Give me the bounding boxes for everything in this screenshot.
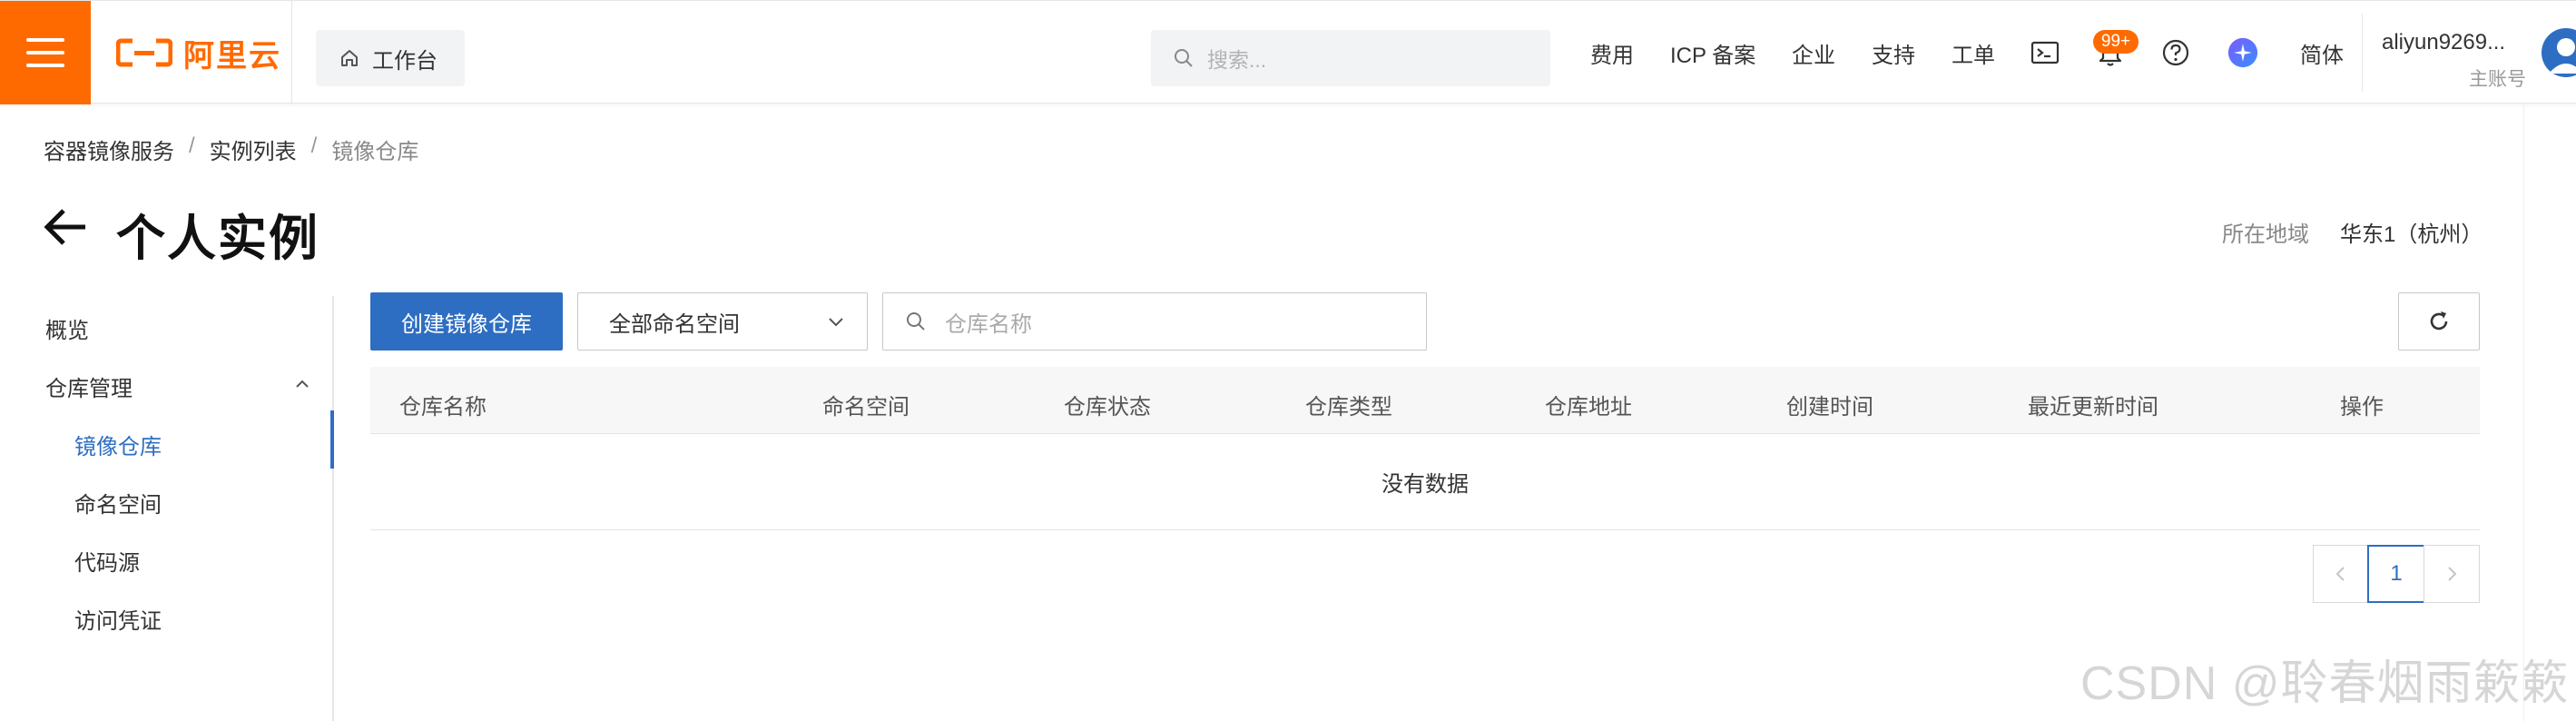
sidebar-item-namespace[interactable]: 命名空间 — [74, 487, 162, 519]
nav-fees[interactable]: 费用 — [1590, 1, 1634, 104]
column-header-repo-status: 仓库状态 — [1064, 395, 1151, 420]
user-role: 主账号 — [2469, 69, 2526, 90]
region-value: 华东1（杭州） — [2340, 222, 2483, 247]
home-icon — [341, 50, 358, 66]
namespace-select[interactable]: 全部命名空间 — [577, 292, 868, 351]
top-bar: 阿里云 工作台 搜索... 费用 ICP 备案 企业 支持 工单 99+ 简体 … — [0, 0, 2576, 104]
chevron-left-icon — [2335, 567, 2345, 581]
logo-text: 阿里云 — [183, 38, 281, 74]
pagination-next-button[interactable] — [2424, 545, 2480, 603]
terminal-button[interactable] — [2030, 37, 2060, 68]
menu-line — [26, 38, 64, 42]
repo-search-input[interactable]: 仓库名称 — [882, 292, 1427, 351]
sidebar-item-overview[interactable]: 概览 — [45, 312, 89, 344]
breadcrumb-current: 镜像仓库 — [331, 140, 419, 164]
nav-enterprise[interactable]: 企业 — [1792, 1, 1835, 104]
terminal-icon — [2030, 41, 2060, 64]
menu-line — [26, 64, 64, 67]
chevron-up-icon[interactable] — [292, 374, 312, 394]
avatar[interactable] — [2542, 28, 2576, 77]
aliyun-logo[interactable]: 阿里云 — [91, 1, 292, 104]
aliyun-logo-icon — [116, 38, 172, 67]
content-right-border — [2523, 104, 2524, 721]
sidebar-item-access-credential[interactable]: 访问凭证 — [74, 603, 162, 635]
create-repo-button[interactable]: 创建镜像仓库 — [370, 292, 563, 351]
nav-icp[interactable]: ICP 备案 — [1670, 1, 1755, 104]
global-search-input[interactable]: 搜索... — [1151, 30, 1550, 86]
sidebar-group-repo-management[interactable]: 仓库管理 — [45, 370, 133, 402]
refresh-button[interactable] — [2398, 292, 2480, 351]
breadcrumb-separator: / — [189, 133, 195, 158]
column-header-repo-type: 仓库类型 — [1305, 395, 1392, 420]
help-icon — [2162, 39, 2189, 66]
nav-support[interactable]: 支持 — [1872, 1, 1915, 104]
hamburger-menu-button[interactable] — [0, 1, 91, 104]
table-empty-state: 没有数据 — [370, 434, 2480, 530]
search-icon — [1175, 49, 1193, 67]
column-header-repo-name: 仓库名称 — [399, 395, 487, 420]
page-root: 阿里云 工作台 搜索... 费用 ICP 备案 企业 支持 工单 99+ 简体 … — [0, 0, 2576, 721]
table-header: 仓库名称 命名空间 仓库状态 仓库类型 仓库地址 创建时间 最近更新时间 操作 — [370, 367, 2480, 434]
notification-badge: 99+ — [2093, 30, 2138, 54]
sidebar-item-image-repo[interactable]: 镜像仓库 — [74, 429, 162, 460]
chevron-right-icon — [2448, 567, 2457, 581]
watermark: CSDN @聆春烟雨簌簌 — [2080, 657, 2570, 710]
breadcrumb: 容器镜像服务 / 实例列表 / 镜像仓库 — [44, 133, 418, 165]
user-icon — [2549, 38, 2576, 74]
user-name[interactable]: aliyun9269... — [2382, 30, 2505, 55]
column-header-updated-time: 最近更新时间 — [2028, 395, 2158, 420]
sidebar-divider — [332, 296, 334, 721]
column-header-actions: 操作 — [2340, 395, 2384, 420]
namespace-select-value: 全部命名空间 — [609, 311, 740, 337]
search-icon — [907, 312, 925, 331]
repo-search-placeholder: 仓库名称 — [945, 311, 1032, 337]
breadcrumb-separator: / — [310, 133, 318, 158]
column-header-namespace: 命名空间 — [822, 395, 909, 420]
workbench-button[interactable]: 工作台 — [316, 30, 465, 86]
region-label: 所在地域 — [2222, 222, 2309, 247]
ai-sparkle-icon — [2227, 37, 2258, 68]
workbench-label: 工作台 — [372, 48, 438, 74]
back-arrow-icon[interactable] — [42, 205, 89, 249]
pagination-page-current[interactable]: 1 — [2367, 545, 2425, 603]
ai-assistant-button[interactable] — [2227, 37, 2258, 68]
breadcrumb-item[interactable]: 实例列表 — [210, 133, 297, 165]
divider — [2362, 14, 2363, 92]
search-placeholder: 搜索... — [1207, 48, 1267, 72]
sidebar-item-code-source[interactable]: 代码源 — [74, 545, 140, 577]
menu-line — [26, 51, 64, 54]
nav-tickets[interactable]: 工单 — [1952, 1, 1995, 104]
refresh-icon — [2430, 311, 2448, 331]
page-title: 个人实例 — [116, 212, 320, 266]
chevron-down-icon — [829, 318, 843, 327]
pagination-prev-button[interactable] — [2313, 545, 2369, 603]
breadcrumb-item[interactable]: 容器镜像服务 — [44, 133, 174, 165]
column-header-repo-address: 仓库地址 — [1545, 395, 1632, 420]
sidebar-active-indicator — [330, 410, 334, 469]
language-switch[interactable]: 简体 — [2300, 1, 2344, 104]
column-header-created-time: 创建时间 — [1786, 395, 1873, 420]
help-button[interactable] — [2160, 37, 2191, 68]
